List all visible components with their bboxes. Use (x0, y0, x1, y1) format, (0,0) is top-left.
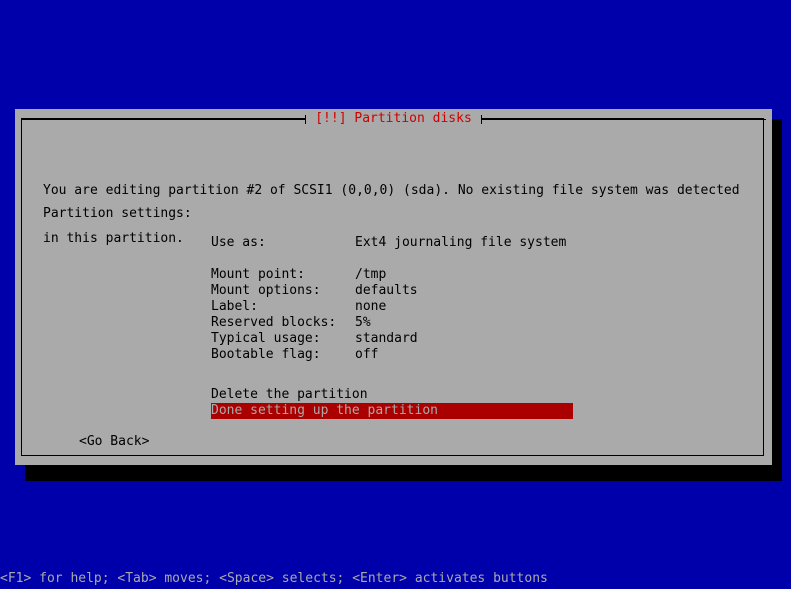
status-bar-help-text: <F1> for help; <Tab> moves; <Space> sele… (0, 571, 791, 587)
setting-value-label: none (355, 299, 387, 314)
setting-row-use-as[interactable]: Use as: Ext4 journaling file system (211, 235, 566, 251)
setting-value-mount-options: defaults (355, 283, 418, 298)
partition-settings-list: Use as: Ext4 journaling file system Moun… (211, 235, 566, 363)
action-delete-partition[interactable]: Delete the partition (211, 387, 631, 403)
setting-row-typical-usage[interactable]: Typical usage: standard (211, 331, 566, 347)
setting-value-typical-usage: standard (355, 331, 418, 346)
setting-value-reserved-blocks: 5% (355, 315, 371, 330)
partition-actions-list: Delete the partition Done setting up the… (211, 387, 631, 419)
setting-value-bootable-flag: off (355, 347, 379, 362)
setting-label-mount-options: Mount options: (211, 283, 321, 298)
setting-label-label: Label: (211, 299, 258, 314)
installer-screen: [!!] Partition disks You are editing par… (0, 0, 791, 589)
partition-disks-dialog: [!!] Partition disks You are editing par… (15, 109, 772, 465)
title-rule-left (21, 119, 306, 120)
setting-row-label[interactable]: Label: none (211, 299, 566, 315)
action-done-setting-up-partition[interactable]: Done setting up the partition (211, 403, 573, 419)
intro-text-line-1: You are editing partition #2 of SCSI1 (0… (43, 183, 740, 198)
setting-label-mount-point: Mount point: (211, 267, 305, 282)
setting-row-bootable-flag[interactable]: Bootable flag: off (211, 347, 566, 363)
dialog-body: You are editing partition #2 of SCSI1 (0… (22, 128, 763, 455)
setting-label-bootable-flag: Bootable flag: (211, 347, 321, 362)
setting-row-mount-options[interactable]: Mount options: defaults (211, 283, 566, 299)
setting-value-mount-point: /tmp (355, 267, 387, 282)
title-rule-right (481, 119, 767, 120)
setting-label-use-as: Use as: (211, 235, 266, 250)
setting-row-mount-point[interactable]: Mount point: /tmp (211, 267, 566, 283)
go-back-button[interactable]: <Go Back> (79, 434, 149, 450)
setting-label-typical-usage: Typical usage: (211, 331, 321, 346)
setting-value-use-as: Ext4 journaling file system (355, 235, 567, 250)
setting-row-reserved-blocks[interactable]: Reserved blocks: 5% (211, 315, 566, 331)
setting-label-reserved-blocks: Reserved blocks: (211, 315, 337, 330)
partition-settings-heading: Partition settings: (43, 206, 192, 221)
dialog-title: [!!] Partition disks (306, 111, 481, 127)
settings-spacer (211, 251, 566, 267)
dialog-title-bar: [!!] Partition disks (21, 111, 767, 127)
